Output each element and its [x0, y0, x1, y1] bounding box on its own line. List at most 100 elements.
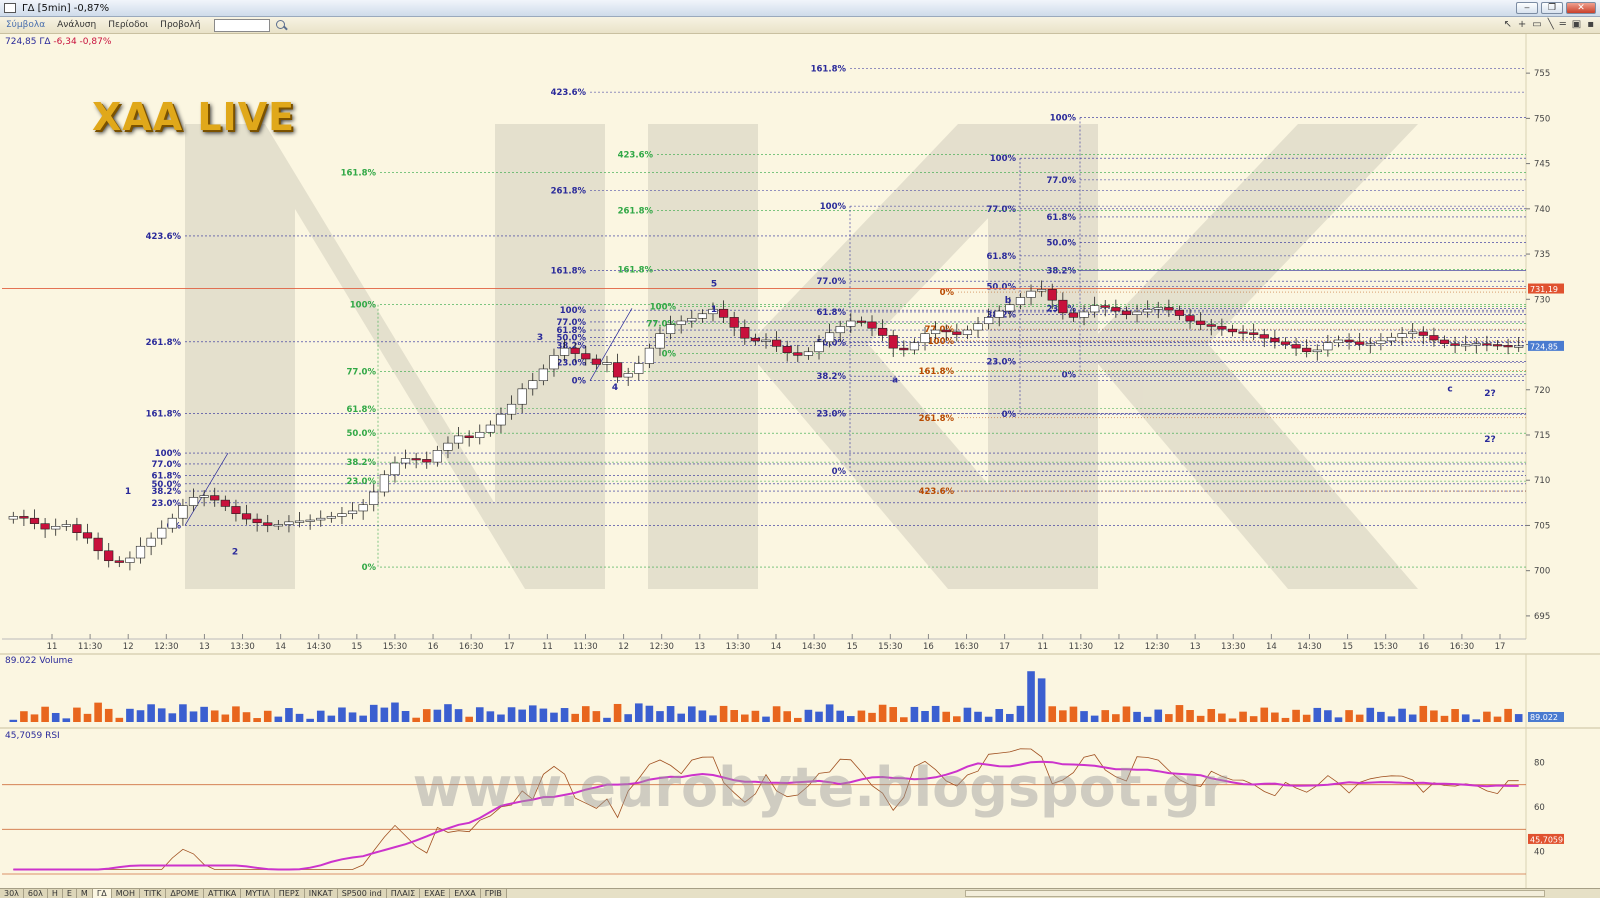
- rsi-axis-label: 80: [1534, 758, 1545, 768]
- volume-bar: [942, 711, 951, 722]
- price-axis-label: 735: [1534, 250, 1550, 260]
- symbol-tab[interactable]: ΓΔ: [92, 889, 112, 898]
- time-axis-label: 17: [504, 642, 515, 652]
- symbol-tab[interactable]: ΠΕΡΣ: [274, 889, 305, 898]
- symbol-tab[interactable]: ΜΟΗ: [111, 889, 140, 898]
- volume-bar: [1260, 707, 1269, 722]
- menu-periods[interactable]: Περίοδοι: [102, 20, 154, 30]
- symbol-tab[interactable]: 60λ: [23, 889, 48, 898]
- time-axis-label: 16:30: [459, 642, 484, 652]
- volume-bar: [1196, 715, 1205, 722]
- menu-analysis[interactable]: Ανάλυση: [51, 20, 102, 30]
- time-axis-label: 13:30: [726, 642, 751, 652]
- title-bar: ΓΔ [5min] -0,87% ‒ ❐ ✕: [0, 0, 1600, 17]
- rsi-last-label: 45,7059: [1530, 835, 1563, 844]
- symbol-tab[interactable]: ΜΥΤΙΛ: [241, 889, 275, 898]
- volume-bar: [878, 704, 887, 722]
- cursor-tool-icon[interactable]: ↖: [1503, 19, 1511, 30]
- candle-up: [379, 474, 389, 493]
- symbol-tab[interactable]: ΑΤΤΙΚΑ: [203, 889, 242, 898]
- price-header-symbol: 724,85 ΓΔ: [5, 37, 51, 47]
- symbol-tab-bar: 30λ 60λ Η Ε Μ ΓΔ ΜΟΗ ΤΙΤΚ ΔΡΟΜΕ ΑΤΤΙΚΑ ΜΥΤΙΛ ΠΕΡΣ ΙΝ…: [0, 888, 1600, 898]
- fib-label-blue: 50.0%: [1047, 238, 1077, 248]
- symbol-tab[interactable]: SP500 ind: [337, 889, 387, 898]
- volume-bar: [486, 711, 495, 722]
- symbol-tab[interactable]: Ε: [62, 889, 77, 898]
- volume-bar: [242, 712, 251, 722]
- window-tool-icon[interactable]: ▣: [1572, 19, 1581, 30]
- symbol-tab[interactable]: ΕΧΑΕ: [420, 889, 451, 898]
- price-header-change: -6,34 -0,87%: [53, 37, 112, 47]
- wave-label: 1: [711, 305, 717, 315]
- fib-label-blue: 100%: [1050, 113, 1077, 123]
- candle-down: [263, 522, 273, 526]
- resistance-price-label: 731,19: [1530, 285, 1558, 294]
- fib-label-blue: 423.6%: [551, 88, 587, 98]
- candle-down: [941, 329, 951, 333]
- time-axis-label: 13: [694, 642, 705, 652]
- rectangle-tool-icon[interactable]: ▭: [1532, 19, 1541, 30]
- line-tool-icon[interactable]: ╲: [1548, 19, 1554, 30]
- candle-down: [581, 353, 591, 360]
- candle-down: [1217, 326, 1227, 330]
- candle-up: [1079, 311, 1089, 318]
- volume-bar: [497, 714, 505, 722]
- candle-down: [888, 335, 898, 349]
- symbol-tab[interactable]: ΔΡΟΜΕ: [166, 889, 204, 898]
- candle-up: [803, 351, 814, 356]
- candle-down: [782, 346, 792, 353]
- candle-down: [40, 523, 50, 530]
- volume-bar: [783, 711, 792, 722]
- candle-up: [676, 320, 686, 325]
- volume-header-title: Volume: [39, 656, 73, 666]
- minimize-button[interactable]: ‒: [1516, 2, 1538, 14]
- price-axis-label: 740: [1534, 205, 1550, 215]
- symbol-tab[interactable]: ΕΛΧΑ: [450, 889, 481, 898]
- symbol-tab[interactable]: Η: [47, 889, 63, 898]
- fib-label-orange: 161.8%: [919, 367, 955, 377]
- horizontal-scrollbar[interactable]: [965, 890, 1545, 897]
- symbol-tab[interactable]: ΠΛΑΙΣ: [386, 889, 421, 898]
- candle-down: [1418, 331, 1428, 336]
- watermark-group: [185, 124, 1418, 589]
- chart-canvas[interactable]: 6957007057107157207257307357407457507551…: [0, 34, 1600, 888]
- fib-label-blue: 23.0%: [817, 409, 847, 419]
- candle-down: [1068, 312, 1079, 318]
- volume-bar: [1133, 711, 1141, 722]
- fib-label-blue: 261.8%: [146, 338, 182, 348]
- candle-down: [1344, 339, 1354, 343]
- symbol-tab[interactable]: ΙΝΚΑΤ: [304, 889, 338, 898]
- fib-label-blue: 23.0%: [152, 499, 182, 509]
- volume-bar: [1175, 705, 1184, 722]
- symbol-tab[interactable]: ΓΡΙΒ: [480, 889, 507, 898]
- search-icon[interactable]: [274, 19, 288, 32]
- menu-symbols[interactable]: Σύμβολα: [0, 20, 51, 30]
- menu-view[interactable]: Προβολή: [154, 20, 206, 30]
- volume-bar: [115, 717, 124, 722]
- volume-bar: [1112, 714, 1120, 722]
- chart-area[interactable]: 6957007057107157207257307357407457507551…: [0, 34, 1600, 888]
- wave-label: 4: [612, 383, 618, 393]
- candle-down: [411, 458, 421, 461]
- volume-bar: [285, 708, 293, 722]
- symbol-tab[interactable]: 30λ: [0, 889, 24, 898]
- symbol-tab[interactable]: Μ: [76, 889, 93, 898]
- candle-up: [1015, 297, 1026, 306]
- time-axis-label: 11:30: [573, 642, 598, 652]
- volume-bar: [953, 716, 961, 722]
- volume-bar: [984, 716, 993, 722]
- volume-bar: [189, 711, 198, 722]
- symbol-search-input[interactable]: [214, 18, 271, 32]
- symbol-tab[interactable]: ΤΙΤΚ: [139, 889, 167, 898]
- candle-down: [1047, 289, 1057, 301]
- save-icon[interactable]: ▪: [1587, 19, 1594, 30]
- crosshair-tool-icon[interactable]: +: [1518, 19, 1526, 30]
- time-axis-label: 16: [428, 642, 439, 652]
- volume-bar: [454, 709, 463, 722]
- volume-bar: [51, 712, 60, 722]
- candle-down: [856, 320, 867, 323]
- volume-bar: [157, 708, 166, 722]
- hline-tool-icon[interactable]: ═: [1560, 19, 1566, 30]
- restore-button[interactable]: ❐: [1541, 2, 1563, 14]
- close-button[interactable]: ✕: [1566, 2, 1596, 14]
